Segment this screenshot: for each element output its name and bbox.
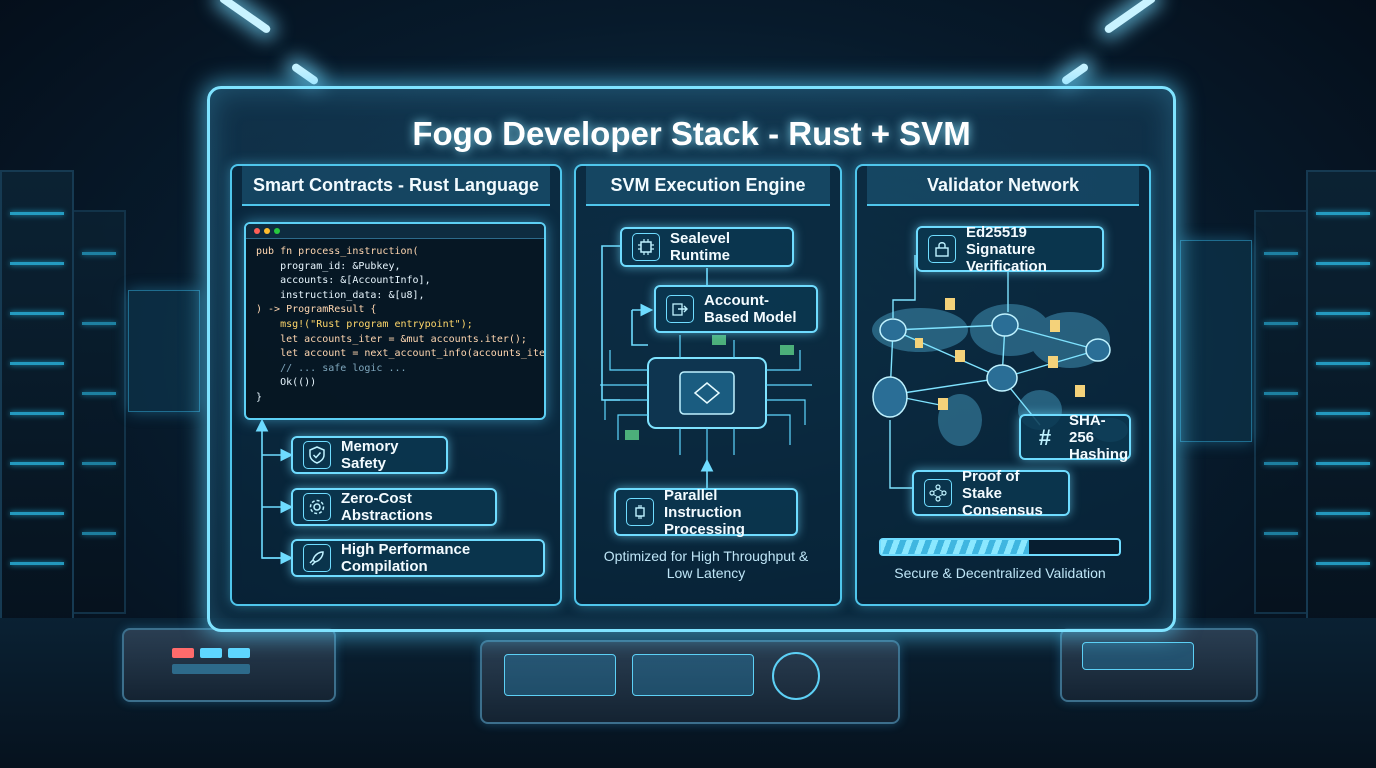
progress-fill: [881, 540, 1029, 554]
chip-icon: [626, 498, 654, 526]
network-node-icon: [924, 479, 952, 507]
consensus-label: Proof of Stake Consensus: [962, 467, 1043, 519]
proof-of-stake-box: Proof of Stake Consensus: [912, 467, 1070, 519]
code-line: Ok(()): [256, 377, 317, 389]
code-line: accounts: &[AccountInfo],: [256, 275, 431, 287]
code-line: msg!("Rust program entrypoint");: [256, 318, 473, 330]
feature-label: Memory Safety: [341, 438, 399, 472]
code-editor-window: pub fn process_instruction( program_id: …: [244, 222, 546, 420]
code-line: pub fn process_instruction(: [256, 246, 419, 257]
connector-lines: [255, 245, 1128, 565]
code-line: instruction_data: &[u8],: [256, 289, 425, 301]
hashing-label: SHA-256 Hashing: [1069, 411, 1129, 463]
parallel-processing-box: Parallel Instruction Processing: [614, 486, 798, 538]
sha256-hashing-box: # SHA-256 Hashing: [1019, 411, 1131, 463]
svm-caption: Optimized for High Throughput & Low Late…: [603, 548, 809, 581]
feature-label: Zero-Cost Abstractions: [341, 490, 433, 524]
feature-zero-cost-abstractions: Zero-Cost Abstractions: [291, 488, 497, 526]
processor-chip-illustration: [600, 335, 812, 470]
code-line: program_id: &Pubkey,: [256, 260, 401, 272]
code-line: // ... safe logic ...: [256, 362, 407, 374]
code-window-titlebar: [246, 224, 544, 239]
gear-icon: [303, 493, 331, 521]
signature-label: Ed25519 Signature Verification: [966, 223, 1047, 275]
cpu-icon: [632, 233, 660, 261]
feature-memory-safety: Memory Safety: [291, 436, 448, 474]
rust-code-block: pub fn process_instruction( program_id: …: [246, 239, 544, 412]
account-model-box: Account-Based Model: [654, 285, 818, 333]
transfer-icon: [666, 295, 694, 323]
code-line: }: [256, 391, 263, 403]
shield-check-icon: [303, 441, 331, 469]
rocket-icon: [303, 544, 331, 572]
feature-label: High Performance Compilation: [341, 541, 471, 575]
code-line: let account = next_account_info(accounts…: [256, 348, 546, 360]
code-line: ) -> ProgramResult {: [256, 304, 377, 316]
code-line: let accounts_iter = &mut accounts.iter()…: [256, 333, 527, 345]
validation-progress-bar: [879, 538, 1121, 556]
signature-verification-box: Ed25519 Signature Verification: [916, 223, 1104, 275]
validator-caption: Secure & Decentralized Validation: [894, 565, 1106, 581]
parallel-label: Parallel Instruction Processing: [664, 486, 745, 538]
sealevel-runtime-box: Sealevel Runtime: [620, 227, 794, 267]
feature-high-performance-compilation: High Performance Compilation: [291, 539, 545, 577]
hash-icon: #: [1038, 424, 1052, 450]
sealevel-label: Sealevel Runtime: [670, 230, 731, 264]
lock-icon: [928, 235, 956, 263]
account-model-label: Account-Based Model: [704, 292, 797, 326]
